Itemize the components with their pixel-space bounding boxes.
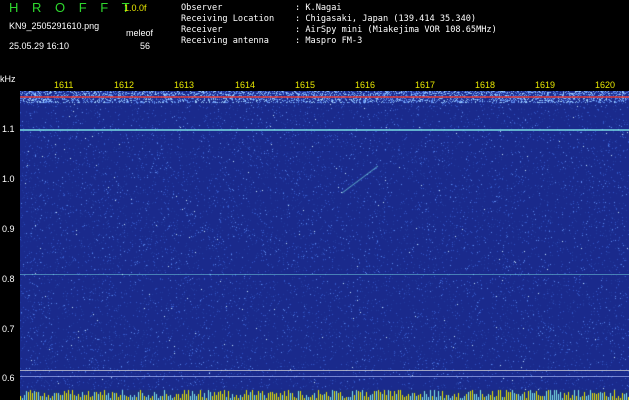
spectrogram-canvas xyxy=(20,91,629,400)
signal-line-0-6khz xyxy=(20,370,629,371)
freq-label: 0.9 xyxy=(2,224,15,234)
hroftt-spectrogram-window: H R O F F T 1.0.0f KN9_2505291610.png me… xyxy=(0,0,629,400)
freq-label: 1.1 xyxy=(2,124,15,134)
info-row-receiver: Receiver : AirSpy mini (Miakejima VOR 10… xyxy=(181,25,497,36)
datetime-label: 25.05.29 16:10 xyxy=(9,41,70,51)
info-row-observer: Observer : K.Nagai xyxy=(181,3,497,14)
app-title: H R O F F T xyxy=(9,0,135,15)
station-info: Observer : K.Nagai Receiving Location : … xyxy=(181,3,497,47)
signal-line-0-8khz xyxy=(20,274,629,275)
time-label: 1619 xyxy=(535,80,556,90)
info-value: : AirSpy mini (Miakejima VOR 108.65MHz) xyxy=(295,25,497,35)
signal-line-lower xyxy=(20,376,629,377)
freq-label: 0.7 xyxy=(2,324,15,334)
time-label: 1618 xyxy=(475,80,496,90)
time-label: 1616 xyxy=(355,80,376,90)
info-row-antenna: Receiving antenna : Maspro FM-3 xyxy=(181,36,497,47)
info-value: : Maspro FM-3 xyxy=(295,36,363,46)
app-version: 1.0.0f xyxy=(124,3,147,13)
time-label: 1617 xyxy=(415,80,436,90)
time-label: 1620 xyxy=(595,80,616,90)
time-label: 1613 xyxy=(174,80,195,90)
info-value: : Chigasaki, Japan (139.414 35.340) xyxy=(295,14,477,24)
freq-label: 1.0 xyxy=(2,174,15,184)
info-key: Observer xyxy=(181,3,223,13)
time-label: 1611 xyxy=(54,80,74,90)
unit-label: kHz xyxy=(0,74,16,84)
signal-line-top xyxy=(20,96,629,98)
signal-line-1-1khz xyxy=(20,129,629,131)
freq-label: 0.6 xyxy=(2,373,15,383)
time-label: 1615 xyxy=(295,80,316,90)
file-name: KN9_2505291610.png xyxy=(9,21,100,31)
info-key: Receiver xyxy=(181,25,223,35)
info-key: Receiving antenna xyxy=(181,36,269,46)
count-label: 56 xyxy=(140,41,151,51)
info-row-location: Receiving Location : Chigasaki, Japan (1… xyxy=(181,14,497,25)
freq-label: 0.8 xyxy=(2,274,15,284)
info-value: : K.Nagai xyxy=(295,3,342,13)
spectrogram-plot xyxy=(20,91,629,400)
time-label: 1614 xyxy=(235,80,256,90)
time-label: 1612 xyxy=(114,80,135,90)
info-key: Receiving Location xyxy=(181,14,275,24)
mode-label: meleof xyxy=(126,28,154,38)
